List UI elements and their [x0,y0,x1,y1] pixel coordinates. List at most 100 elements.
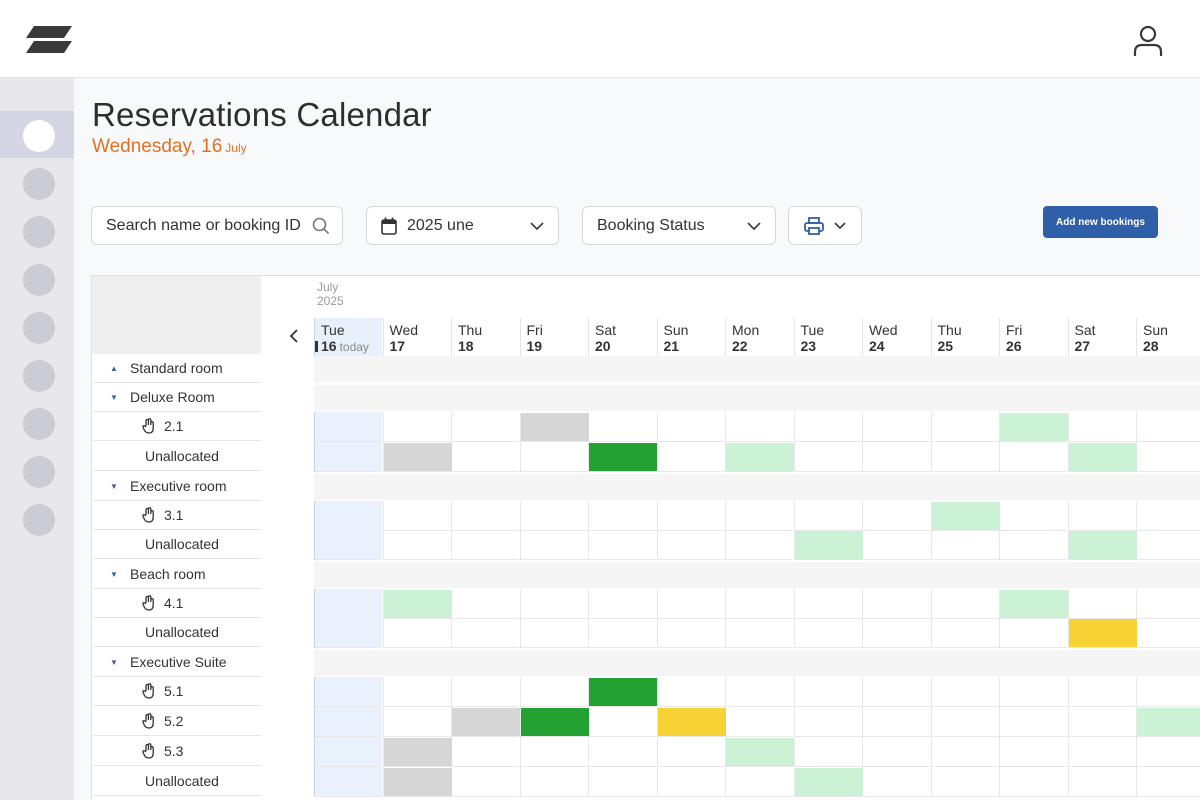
day-header[interactable]: Tue 16 today [314,318,382,356]
user-icon[interactable] [1128,22,1168,62]
day-header[interactable]: Sat 20 [588,318,656,356]
calendar-cell[interactable] [588,589,656,619]
booking-block-gray[interactable] [383,738,452,766]
booking-block-light[interactable] [1068,531,1137,559]
calendar-cell[interactable] [1067,412,1136,442]
calendar-cell[interactable] [862,767,930,797]
calendar-cell[interactable] [1067,707,1136,737]
calendar-cell[interactable] [1136,737,1200,767]
calendar-cell[interactable] [588,767,656,797]
calendar-cell[interactable] [1136,442,1200,472]
booking-block-gray[interactable] [452,708,520,736]
calendar-cell[interactable] [656,442,725,472]
booking-block-light[interactable] [794,531,863,559]
booking-block-gray[interactable] [383,768,452,796]
booking-block-light[interactable] [726,738,794,766]
booking-block-light[interactable] [1000,590,1068,618]
calendar-cell[interactable] [725,767,793,797]
day-header[interactable]: Thu 25 [930,318,999,356]
calendar-cell[interactable] [1136,618,1200,648]
booking-block-green[interactable] [589,678,657,706]
day-header[interactable]: Fri 19 [519,318,588,356]
calendar-cell[interactable] [382,412,451,442]
sidebar-item-6[interactable] [23,360,55,392]
calendar-cell[interactable] [999,530,1067,560]
calendar-cell[interactable] [382,677,451,707]
calendar-cell[interactable] [656,501,725,531]
calendar-cell[interactable] [725,677,793,707]
calendar-cell[interactable] [588,530,656,560]
calendar-cell[interactable] [1067,589,1136,619]
calendar-cell[interactable] [725,530,793,560]
calendar-cell[interactable] [999,767,1067,797]
chevron-left-icon[interactable] [287,326,301,346]
calendar-cell[interactable] [588,501,656,531]
booking-block-light[interactable] [1137,708,1200,736]
day-header[interactable]: Fri 26 [999,318,1067,356]
room-row[interactable]: 5.1 [92,677,261,706]
calendar-cell[interactable] [451,737,519,767]
room-group-row[interactable]: ▼ Beach room [92,560,261,589]
calendar-cell[interactable] [519,767,588,797]
booking-block-light[interactable] [726,443,794,471]
calendar-cell[interactable] [314,412,382,442]
calendar-cell[interactable] [314,707,382,737]
calendar-cell[interactable] [1067,677,1136,707]
add-new-bookings-button[interactable]: Add new bookings [1043,206,1158,238]
calendar-cell[interactable] [1136,530,1200,560]
calendar-cell[interactable] [862,412,930,442]
booking-status-select[interactable]: Booking Status [582,206,776,245]
calendar-cell[interactable] [999,737,1067,767]
calendar-cell[interactable] [451,767,519,797]
room-row[interactable]: 2.1 [92,412,261,441]
calendar-cell[interactable] [656,618,725,648]
calendar-cell[interactable] [656,677,725,707]
booking-block-yellow[interactable] [1068,619,1137,647]
calendar-cell[interactable] [862,530,930,560]
day-header[interactable]: Thu 18 [451,318,519,356]
calendar-cell[interactable] [999,501,1067,531]
calendar-cell[interactable] [999,442,1067,472]
calendar-cell[interactable] [862,737,930,767]
sidebar-item-2[interactable] [23,168,55,200]
calendar-cell[interactable] [519,501,588,531]
calendar-cell[interactable] [862,707,930,737]
calendar-cell[interactable] [930,589,999,619]
calendar-cell[interactable] [862,501,930,531]
calendar-cell[interactable] [930,707,999,737]
calendar-cell[interactable] [588,412,656,442]
calendar-cell[interactable] [999,618,1067,648]
calendar-cell[interactable] [519,530,588,560]
sidebar-item-9[interactable] [23,504,55,536]
calendar-cell[interactable] [519,677,588,707]
caret-down-icon[interactable]: ▼ [110,393,130,402]
unallocated-row[interactable]: Unallocated [92,442,261,471]
calendar-cell[interactable] [519,618,588,648]
room-group-row[interactable]: ▼ Executive Suite [92,648,261,677]
booking-block-light[interactable] [794,768,863,796]
calendar-cell[interactable] [314,530,382,560]
calendar-cell[interactable] [314,589,382,619]
calendar-cell[interactable] [588,618,656,648]
calendar-cell[interactable] [725,501,793,531]
calendar-cell[interactable] [314,737,382,767]
calendar-cell[interactable] [930,442,999,472]
calendar-cell[interactable] [1136,412,1200,442]
unallocated-row[interactable]: Unallocated [92,530,261,559]
calendar-cell[interactable] [930,677,999,707]
calendar-cell[interactable] [451,412,519,442]
sidebar-item-3[interactable] [23,216,55,248]
caret-down-icon[interactable]: ▼ [110,570,130,579]
calendar-cell[interactable] [656,530,725,560]
calendar-cell[interactable] [862,442,930,472]
caret-up-icon[interactable]: ▲ [110,364,130,373]
room-row[interactable]: 5.3 [92,737,261,766]
calendar-cell[interactable] [1136,767,1200,797]
calendar-cell[interactable] [588,707,656,737]
calendar-cell[interactable] [382,501,451,531]
calendar-cell[interactable] [1067,501,1136,531]
calendar-cell[interactable] [725,589,793,619]
room-row[interactable]: 3.1 [92,501,261,530]
calendar-cell[interactable] [519,589,588,619]
calendar-cell[interactable] [793,501,862,531]
